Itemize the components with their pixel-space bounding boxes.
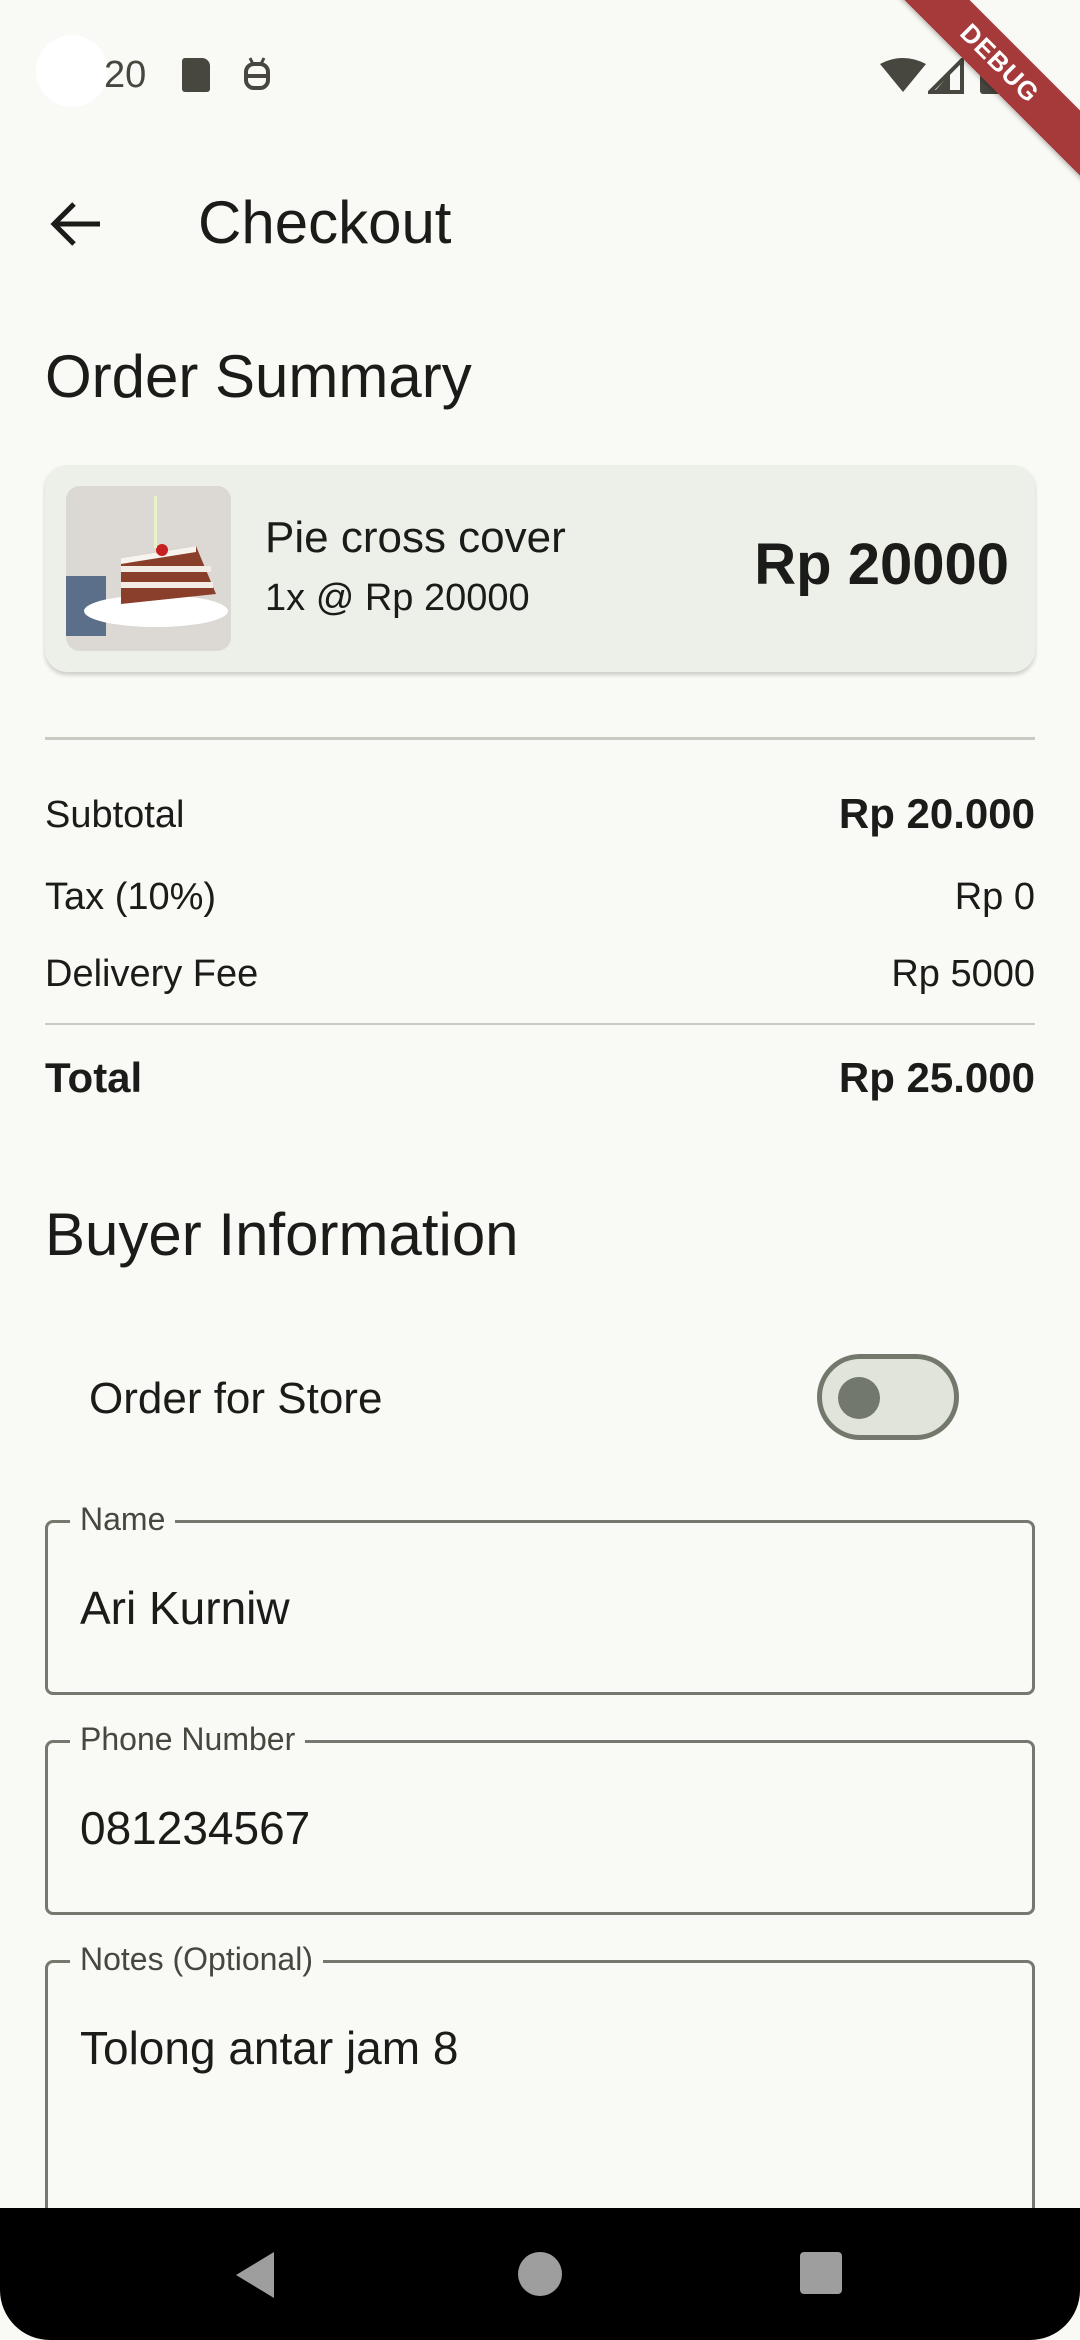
divider xyxy=(45,737,1035,740)
total-label: Total xyxy=(45,1054,143,1101)
name-field-label: Name xyxy=(70,1501,176,1538)
arrow-left-icon xyxy=(50,202,100,246)
subtotal-value: Rp 20.000 xyxy=(838,790,1035,837)
item-thumbnail xyxy=(66,486,231,651)
item-name: Pie cross cover xyxy=(265,513,566,562)
total-row: Total Rp 25.000 xyxy=(45,1050,1035,1110)
back-button[interactable] xyxy=(36,184,116,264)
phone-number-field[interactable]: Phone Number 081234567 xyxy=(45,1721,1035,1915)
switch-knob xyxy=(838,1377,880,1419)
item-total: Rp 20000 xyxy=(754,532,1009,597)
camera-cutout xyxy=(36,35,108,107)
order-summary-heading: Order Summary xyxy=(45,343,472,410)
subtotal-row: Subtotal Rp 20.000 xyxy=(45,786,1035,846)
tax-row: Tax (10%) Rp 0 xyxy=(45,868,1035,928)
phone-number-field-label: Phone Number xyxy=(70,1721,306,1758)
wifi-icon xyxy=(880,58,926,92)
tax-value: Rp 0 xyxy=(954,876,1035,918)
delivery-fee-label: Delivery Fee xyxy=(45,953,259,995)
phone-number-input-value[interactable]: 081234567 xyxy=(80,1801,310,1855)
nav-recents-icon[interactable] xyxy=(800,2252,842,2294)
name-field[interactable]: Name Ari Kurniw xyxy=(45,1501,1035,1695)
notes-field-label: Notes (Optional) xyxy=(70,1941,323,1978)
system-navigation-bar xyxy=(0,2208,1080,2340)
subtotal-label: Subtotal xyxy=(45,794,185,836)
item-quantity-price: 1x @ Rp 20000 xyxy=(265,577,530,619)
total-value: Rp 25.000 xyxy=(838,1054,1035,1101)
delivery-fee-value: Rp 5000 xyxy=(891,953,1035,995)
status-bar: 20 xyxy=(0,0,1080,150)
delivery-fee-row: Delivery Fee Rp 5000 xyxy=(45,945,1035,1005)
notes-input-value[interactable]: Tolong antar jam 8 xyxy=(80,2021,458,2075)
android-bot-icon xyxy=(244,57,270,90)
order-for-store-switch[interactable] xyxy=(817,1354,959,1440)
nav-back-icon[interactable] xyxy=(236,2252,274,2298)
cell-signal-icon xyxy=(928,58,964,94)
name-input-value[interactable]: Ari Kurniw xyxy=(80,1581,290,1635)
page-title: Checkout xyxy=(198,189,452,256)
nav-home-icon[interactable] xyxy=(518,2252,562,2296)
order-for-store-label: Order for Store xyxy=(89,1374,383,1423)
status-time: 20 xyxy=(104,54,147,96)
divider xyxy=(45,1023,1035,1025)
sd-card-icon xyxy=(182,58,210,92)
notes-field[interactable]: Notes (Optional) Tolong antar jam 8 xyxy=(45,1941,1035,2230)
order-item-card[interactable]: Pie cross cover 1x @ Rp 20000 Rp 20000 xyxy=(45,465,1035,672)
order-for-store-row: Order for Store xyxy=(45,1350,1035,1450)
tax-label: Tax (10%) xyxy=(45,876,217,918)
app-bar: Checkout xyxy=(0,160,1080,280)
buyer-information-heading: Buyer Information xyxy=(45,1201,519,1268)
